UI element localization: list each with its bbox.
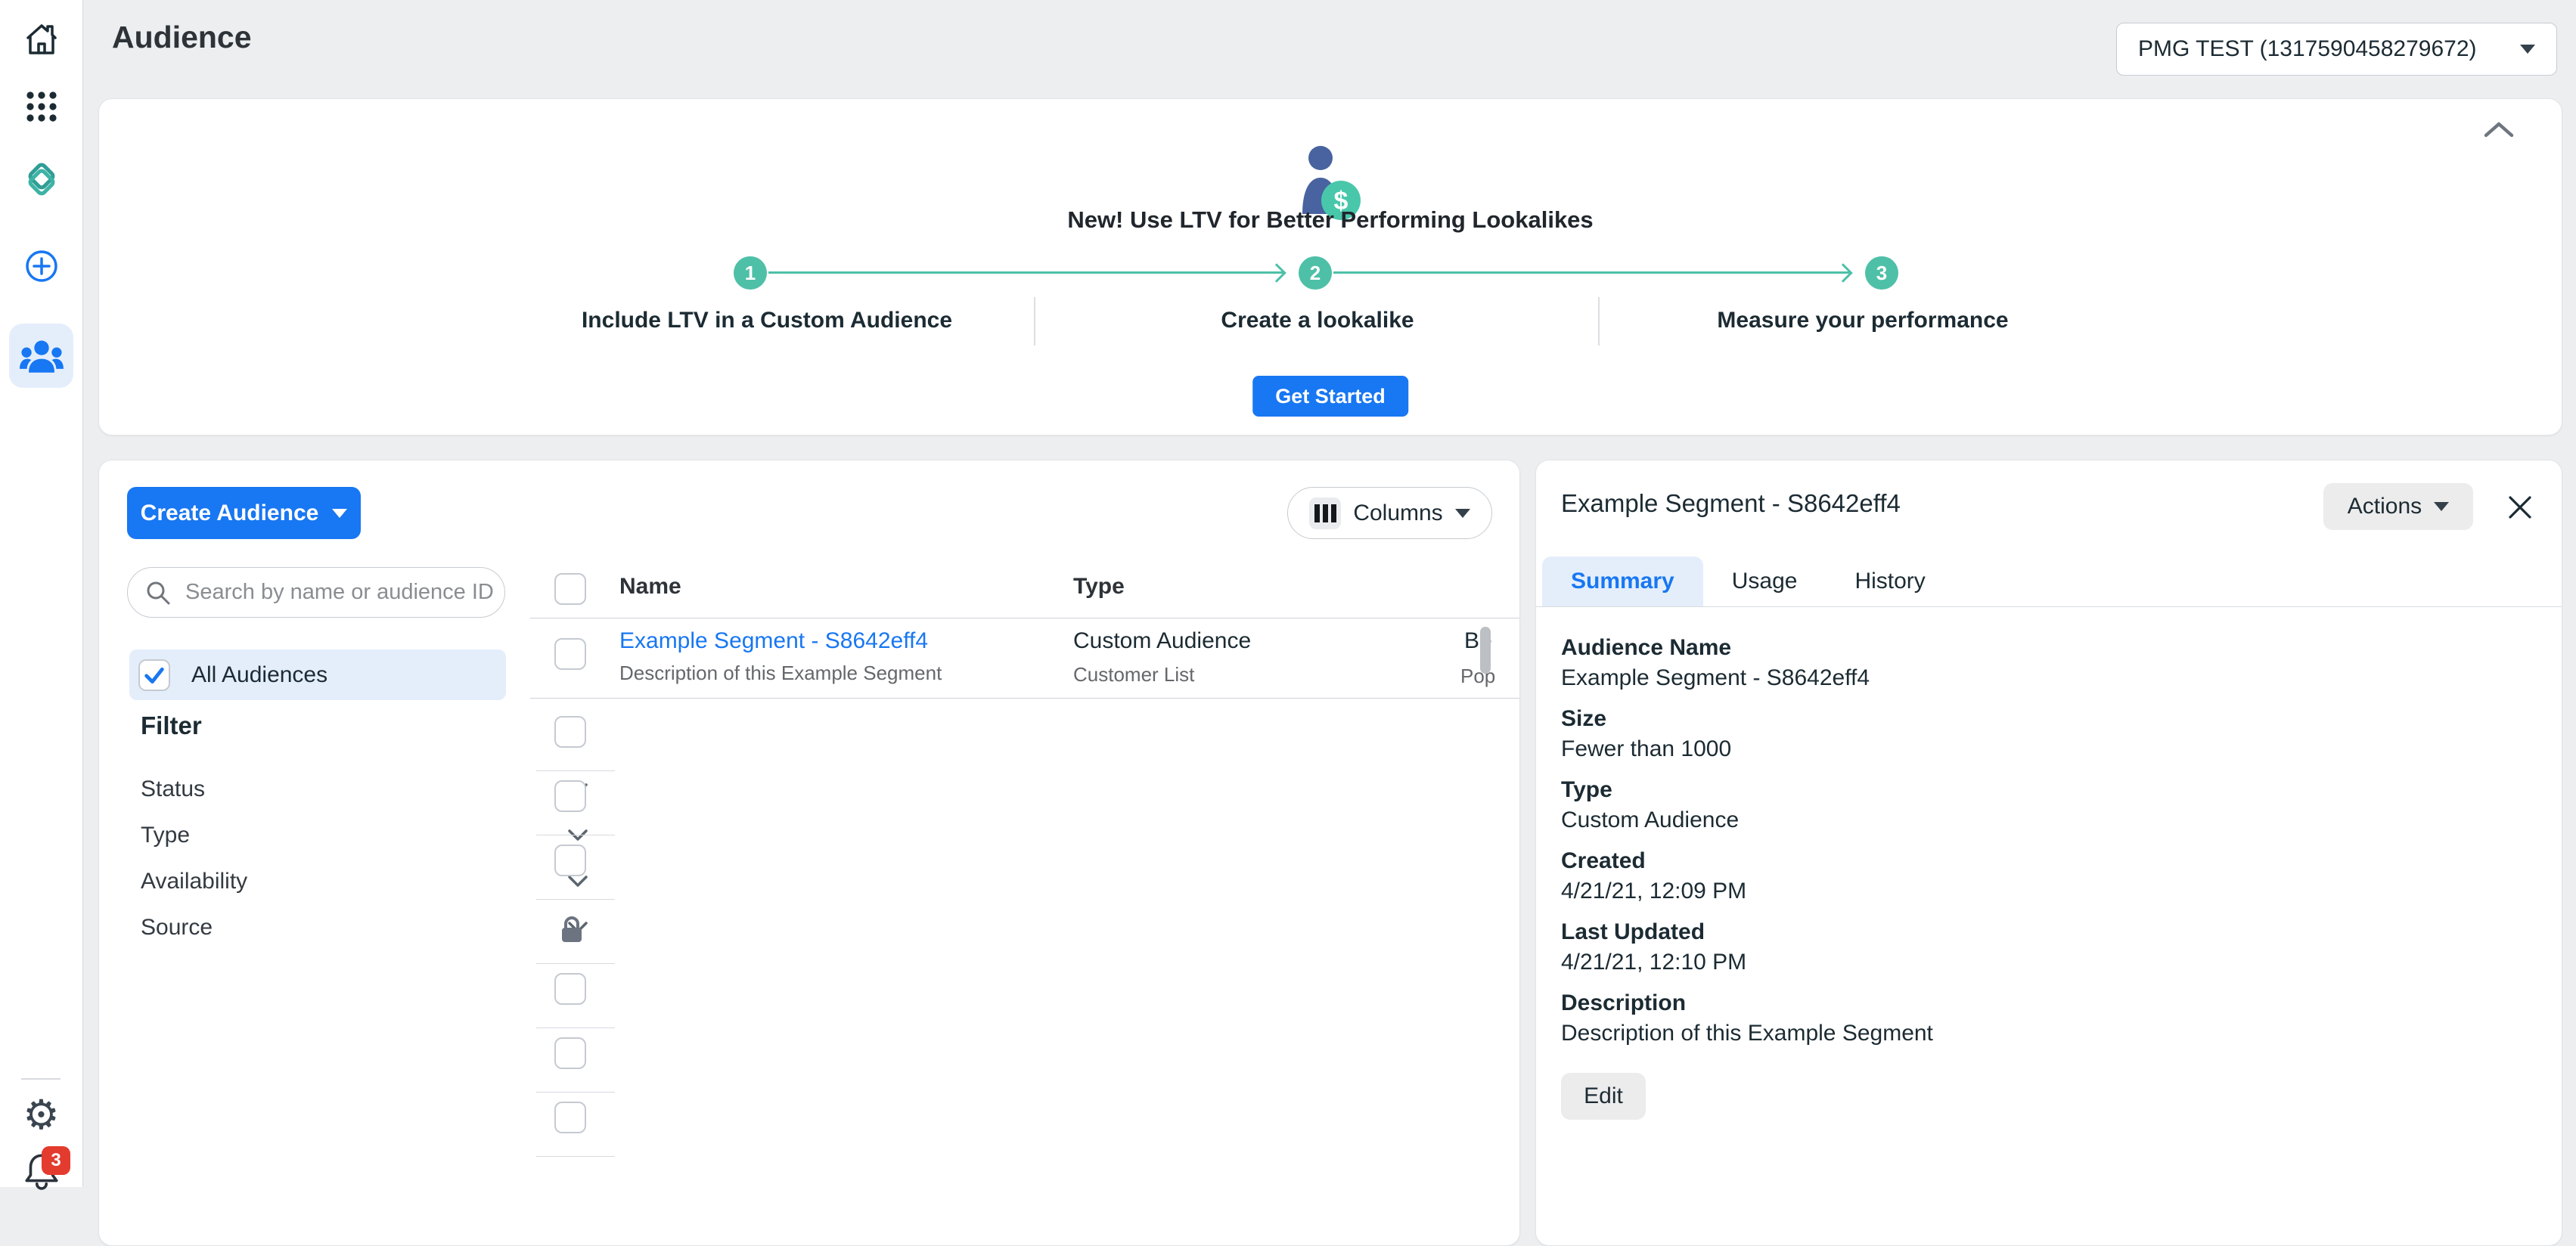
table-row <box>536 1028 615 1093</box>
step-1-circle: 1 <box>734 256 767 290</box>
step-2-label: Create a lookalike <box>1221 308 1414 333</box>
filter-group-source[interactable]: Source <box>141 904 588 950</box>
chevron-down-icon <box>2434 502 2449 511</box>
search-input[interactable] <box>184 579 497 606</box>
lock-icon <box>557 913 587 950</box>
row-checkbox[interactable] <box>554 780 586 812</box>
settings-gear-icon[interactable]: ⚙ <box>23 1095 59 1136</box>
all-audiences-row[interactable]: All Audiences <box>129 649 506 700</box>
table-divider <box>530 698 1519 699</box>
field-audience-name: Audience Name Example Segment - S8642eff… <box>1561 633 1933 693</box>
create-plus-icon[interactable] <box>23 248 60 284</box>
table-row <box>536 707 615 771</box>
close-icon[interactable] <box>2506 494 2534 525</box>
sidebar: ⚙ 3 <box>0 0 83 1187</box>
tab-usage[interactable]: Usage <box>1703 556 1826 606</box>
page-title: Audience <box>112 20 252 55</box>
banner-title: New! Use LTV for Better Performing Looka… <box>99 206 2562 234</box>
filter-group-status[interactable]: Status <box>141 766 588 812</box>
chevron-down-icon <box>2520 45 2535 54</box>
row-checkbox[interactable] <box>554 638 586 670</box>
actions-label: Actions <box>2348 494 2422 519</box>
select-all-checkbox[interactable] <box>554 573 586 605</box>
step-3-circle: 3 <box>1865 256 1898 290</box>
account-selector[interactable]: PMG TEST (1317590458279672) <box>2116 23 2557 76</box>
table-row <box>536 771 615 835</box>
step-label-divider <box>1598 297 1600 346</box>
check-icon <box>140 661 169 690</box>
row-checkbox[interactable] <box>554 1102 586 1133</box>
table-row <box>536 964 615 1028</box>
step-2-circle: 2 <box>1299 256 1332 290</box>
detail-tabs: Summary Usage History <box>1536 556 2562 607</box>
audience-type-detail: Customer List <box>1073 663 1194 687</box>
step-1-label: Include LTV in a Custom Audience <box>582 308 952 333</box>
field-created: Created 4/21/21, 12:09 PM <box>1561 846 1933 907</box>
step-connector-arrow <box>768 271 1283 274</box>
field-type: Type Custom Audience <box>1561 775 1933 835</box>
detail-title: Example Segment - S8642eff4 <box>1561 489 1901 518</box>
sidebar-item-audiences[interactable] <box>9 324 73 388</box>
row-checkbox[interactable] <box>554 845 586 876</box>
get-started-button[interactable]: Get Started <box>1252 376 1408 417</box>
audience-list-panel: Create Audience Columns All Audiences Fi… <box>98 460 1520 1246</box>
all-audiences-label: All Audiences <box>191 662 327 688</box>
column-header-name: Name <box>619 574 681 600</box>
step-connector-arrow <box>1333 271 1850 274</box>
vertical-scrollbar-thumb[interactable] <box>1480 627 1491 674</box>
field-last-updated: Last Updated 4/21/21, 12:10 PM <box>1561 917 1933 978</box>
table-rows <box>536 707 615 1157</box>
search-box <box>127 567 505 618</box>
tab-history[interactable]: History <box>1826 556 1954 606</box>
field-description: Description Description of this Example … <box>1561 988 1933 1049</box>
filter-group-availability[interactable]: Availability <box>141 858 588 904</box>
columns-button[interactable]: Columns <box>1287 487 1492 539</box>
audience-type: Custom Audience <box>1073 628 1251 654</box>
filter-heading: Filter <box>141 711 588 740</box>
create-audience-button[interactable]: Create Audience <box>127 487 361 539</box>
account-selector-label: PMG TEST (1317590458279672) <box>2138 36 2477 62</box>
columns-label: Columns <box>1353 501 1442 526</box>
ltv-banner: $ New! Use LTV for Better Performing Loo… <box>98 98 2562 435</box>
audience-description: Description of this Example Segment <box>619 662 942 685</box>
row-checkbox[interactable] <box>554 973 586 1005</box>
audience-name-link[interactable]: Example Segment - S8642eff4 <box>619 628 928 654</box>
sidebar-divider <box>21 1078 61 1080</box>
table-row <box>536 835 615 900</box>
filter-group-type[interactable]: Type <box>141 812 588 858</box>
home-icon[interactable] <box>22 20 61 59</box>
filter-section: Filter Status Type Availability Source <box>141 711 588 950</box>
summary-fields: Audience Name Example Segment - S8642eff… <box>1561 633 1933 1059</box>
columns-icon <box>1309 497 1341 529</box>
apps-grid-icon[interactable] <box>24 89 59 124</box>
field-size: Size Fewer than 1000 <box>1561 704 1933 764</box>
row-checkbox[interactable] <box>554 1037 586 1069</box>
search-icon <box>144 579 172 606</box>
chevron-down-icon <box>332 509 347 518</box>
edit-button[interactable]: Edit <box>1561 1073 1646 1120</box>
chevron-down-icon <box>1455 509 1470 518</box>
all-audiences-checkbox[interactable] <box>138 659 170 691</box>
notification-badge: 3 <box>42 1146 70 1175</box>
table-row <box>536 1093 615 1157</box>
column-header-type: Type <box>1073 574 1125 600</box>
ads-manager-icon[interactable] <box>20 158 63 200</box>
row-checkbox[interactable] <box>554 716 586 748</box>
audience-detail-panel: Example Segment - S8642eff4 Actions Summ… <box>1535 460 2562 1246</box>
step-3-label: Measure your performance <box>1717 308 2008 333</box>
step-label-divider <box>1034 297 1035 346</box>
tab-summary[interactable]: Summary <box>1542 556 1703 606</box>
collapse-chevron-up-icon[interactable] <box>2483 120 2515 142</box>
create-audience-label: Create Audience <box>141 501 319 526</box>
actions-button[interactable]: Actions <box>2323 483 2473 530</box>
audiences-people-icon <box>20 334 64 378</box>
table-row-locked <box>536 900 615 964</box>
